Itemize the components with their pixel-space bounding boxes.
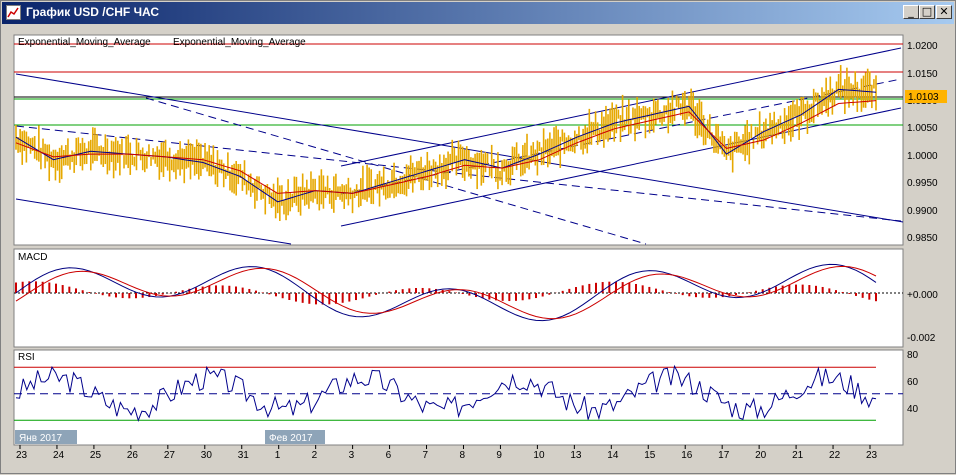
- date-label: 14: [607, 450, 619, 461]
- date-label: 30: [201, 450, 213, 461]
- macd-panel[interactable]: [13, 248, 904, 348]
- rsi-panel[interactable]: [13, 349, 904, 446]
- rsi-axis-label: 80: [907, 350, 919, 361]
- rsi-axis-label: 60: [907, 377, 919, 388]
- macd-axis-label: +0.000: [907, 290, 938, 301]
- date-label: 9: [496, 450, 502, 461]
- month-marker-jan: Янв 2017: [19, 433, 63, 444]
- date-label: 10: [533, 450, 545, 461]
- date-label: 25: [90, 450, 102, 461]
- chart-area[interactable]: Exponential_Moving_Average Exponential_M…: [1, 1, 956, 475]
- date-label: 24: [53, 450, 65, 461]
- current-price-label: 1.0103: [908, 92, 939, 103]
- price-axis-label: 0.9850: [907, 233, 938, 244]
- date-label: 27: [164, 450, 176, 461]
- date-label: 17: [718, 450, 730, 461]
- macd-axis-label: -0.002: [907, 333, 936, 344]
- price-axis-label: 1.0050: [907, 123, 938, 134]
- legend-ema-1: Exponential_Moving_Average: [18, 37, 151, 48]
- date-label: 23: [866, 450, 878, 461]
- date-label: 3: [349, 450, 355, 461]
- date-label: 31: [238, 450, 250, 461]
- date-label: 13: [570, 450, 582, 461]
- date-label: 26: [127, 450, 139, 461]
- date-label: 22: [829, 450, 841, 461]
- date-label: 1: [275, 450, 281, 461]
- macd-title: MACD: [18, 252, 47, 263]
- rsi-title: RSI: [18, 352, 35, 363]
- date-label: 6: [386, 450, 392, 461]
- date-label: 7: [423, 450, 429, 461]
- date-label: 8: [459, 450, 465, 461]
- month-marker-feb: Фев 2017: [269, 433, 313, 444]
- date-label: 23: [16, 450, 28, 461]
- price-axis-label: 0.9950: [907, 178, 938, 189]
- date-axis: 23 24 25 26 27 30 31 1 2 3 6 7 8 9 10 13 14 15 16 17 20 21 22 2…: [16, 445, 878, 461]
- price-axis: 1.0200 1.0150 1.0100 1.0050 1.0000 0.995…: [907, 41, 938, 244]
- price-axis-label: 1.0150: [907, 69, 938, 80]
- price-axis-label: 1.0000: [907, 151, 938, 162]
- date-label: 21: [792, 450, 804, 461]
- rsi-axis-label: 40: [907, 404, 919, 415]
- date-label: 16: [681, 450, 693, 461]
- price-axis-label: 1.0200: [907, 41, 938, 52]
- chart-window: График USD /CHF ЧАС _ □ ✕ Exponential_Mo…: [0, 0, 956, 474]
- date-label: 2: [312, 450, 318, 461]
- price-axis-label: 0.9900: [907, 206, 938, 217]
- legend-ema-2: Exponential_Moving_Average: [173, 37, 306, 48]
- date-label: 20: [755, 450, 767, 461]
- date-label: 15: [644, 450, 656, 461]
